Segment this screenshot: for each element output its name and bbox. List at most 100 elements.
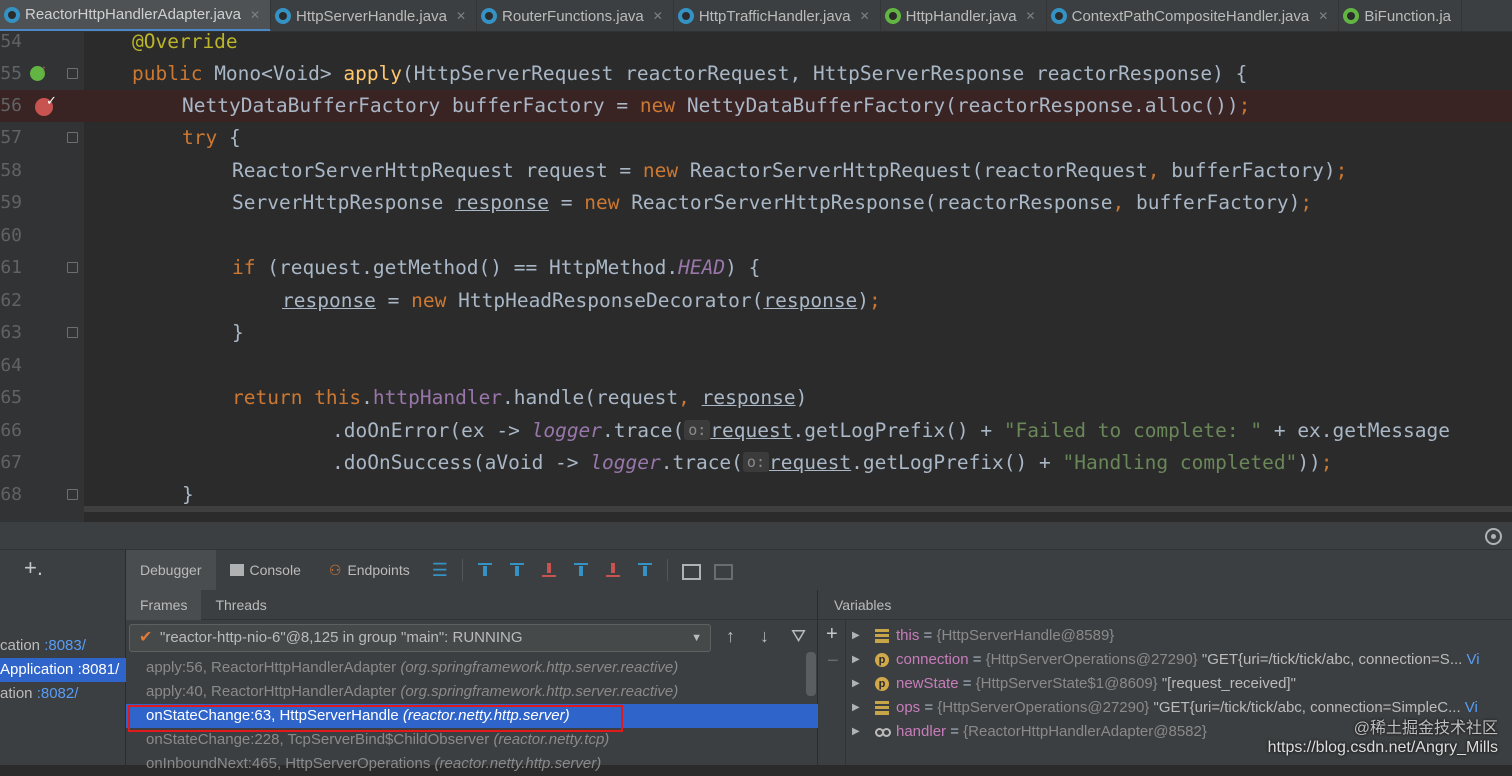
fold-icon[interactable] bbox=[67, 68, 78, 79]
code-line-59[interactable]: 59 ServerHttpResponse response = new Rea… bbox=[0, 187, 1512, 219]
close-icon[interactable]: ✕ bbox=[1026, 9, 1036, 23]
line-number: 55 bbox=[0, 63, 22, 84]
code-line-55[interactable]: 55 ↑ public Mono<Void> apply(HttpServerR… bbox=[0, 58, 1512, 90]
service-item[interactable]: ation :8082/ bbox=[0, 682, 126, 706]
tab-label: Endpoints bbox=[347, 562, 410, 578]
code-line-65[interactable]: 65 return this.httpHandler.handle(reques… bbox=[0, 382, 1512, 414]
line-number: 54 bbox=[0, 32, 22, 52]
service-item[interactable]: cation :8083/ bbox=[0, 634, 126, 658]
code-line-67[interactable]: 67 .doOnSuccess(aVoid -> logger.trace(o:… bbox=[0, 447, 1512, 479]
close-icon[interactable]: ✕ bbox=[250, 8, 260, 22]
tab-frames[interactable]: Frames bbox=[126, 589, 202, 620]
tab-endpoints[interactable]: ⚇ Endpoints bbox=[315, 550, 424, 590]
services-panel: +. cation :8083/ Application :8081/ atio… bbox=[0, 550, 126, 765]
code-text: if (request.getMethod() == HttpMethod.HE… bbox=[232, 256, 761, 279]
tab-label: RouterFunctions.java bbox=[502, 7, 644, 25]
line-number: 64 bbox=[0, 355, 22, 376]
menu-icon[interactable]: ☰ bbox=[432, 560, 448, 581]
force-step-into-icon[interactable] bbox=[538, 561, 560, 579]
code-line-64[interactable]: 64 bbox=[0, 350, 1512, 382]
code-line-60[interactable]: 60 bbox=[0, 220, 1512, 252]
trace-icon[interactable] bbox=[711, 561, 733, 580]
tab-context-path-composite-handler[interactable]: ContextPathCompositeHandler.java ✕ bbox=[1047, 0, 1340, 31]
frames-scrollbar[interactable] bbox=[806, 652, 816, 696]
stack-frame[interactable]: apply:40, ReactorHttpHandlerAdapter (org… bbox=[126, 680, 818, 704]
fold-icon[interactable] bbox=[67, 132, 78, 143]
fold-icon[interactable] bbox=[67, 262, 78, 273]
tab-label: HttpTrafficHandler.java bbox=[698, 7, 851, 25]
code-line-66[interactable]: 66 .doOnError(ex -> logger.trace(o: reque… bbox=[0, 415, 1512, 447]
code-text: .doOnError(ex -> logger.trace(o: request.… bbox=[332, 419, 1450, 442]
arrow-up-icon[interactable]: ↑ bbox=[726, 626, 735, 647]
fold-icon[interactable] bbox=[67, 327, 78, 338]
settings-icon[interactable] bbox=[1485, 528, 1502, 545]
chevron-down-icon: ▼ bbox=[691, 632, 702, 644]
code-line-63[interactable]: 63 } bbox=[0, 317, 1512, 349]
filter-icon[interactable]: ⛛ bbox=[791, 626, 806, 647]
variable-row[interactable]: ▶ ops = {HttpServerOperations@27290} "GE… bbox=[846, 696, 1512, 720]
close-icon[interactable]: ✕ bbox=[456, 9, 466, 23]
code-text: ServerHttpResponse response = new Reacto… bbox=[232, 191, 1313, 214]
close-icon[interactable]: ✕ bbox=[1318, 9, 1328, 23]
tab-debugger[interactable]: Debugger bbox=[126, 550, 216, 590]
add-watch-icon[interactable]: + bbox=[826, 623, 838, 646]
stack-frame[interactable]: apply:56, ReactorHttpHandlerAdapter (org… bbox=[126, 656, 818, 680]
expand-arrow-icon[interactable]: ▶ bbox=[852, 648, 860, 672]
code-text: try { bbox=[182, 126, 241, 149]
variable-row[interactable]: ▶ this = {HttpServerHandle@8589} bbox=[846, 624, 1512, 648]
step-into-icon[interactable] bbox=[506, 561, 528, 579]
parameter-icon: p bbox=[875, 653, 889, 667]
tab-http-traffic-handler[interactable]: HttpTrafficHandler.java ✕ bbox=[674, 0, 881, 31]
expand-arrow-icon[interactable]: ▶ bbox=[852, 696, 860, 720]
debug-header bbox=[0, 522, 1512, 550]
variable-row[interactable]: ▶ p connection = {HttpServerOperations@2… bbox=[846, 648, 1512, 672]
code-editor[interactable]: 54 @Override 55 ↑ public Mono<Void> appl… bbox=[0, 32, 1512, 522]
expand-arrow-icon[interactable]: ▶ bbox=[852, 720, 860, 744]
close-icon[interactable]: ✕ bbox=[653, 9, 663, 23]
expand-arrow-icon[interactable]: ▶ bbox=[852, 624, 860, 648]
line-number: 61 bbox=[0, 257, 22, 278]
parameter-hint: o: bbox=[742, 452, 769, 472]
evaluate-expression-icon[interactable] bbox=[679, 561, 701, 580]
remove-watch-icon[interactable]: − bbox=[827, 650, 839, 673]
tab-router-functions[interactable]: RouterFunctions.java ✕ bbox=[477, 0, 674, 31]
debugger-toolbar: Debugger Console ⚇ Endpoints ☰ bbox=[126, 550, 1512, 590]
service-item-selected[interactable]: Application :8081/ bbox=[0, 658, 126, 682]
tab-bi-function[interactable]: BiFunction.ja bbox=[1339, 0, 1463, 31]
code-line-54[interactable]: 54 @Override bbox=[0, 32, 1512, 58]
variables-side-toolbar: + − bbox=[818, 620, 846, 765]
editor-tab-bar: ReactorHttpHandlerAdapter.java ✕ HttpSer… bbox=[0, 0, 1512, 32]
toolbar-separator bbox=[666, 559, 668, 581]
line-number: 56 bbox=[0, 95, 22, 116]
override-arrow-icon: ↑ bbox=[41, 62, 47, 76]
fold-icon[interactable] bbox=[67, 489, 78, 500]
code-line-56-breakpoint[interactable]: 56 ✓ NettyDataBufferFactory bufferFactor… bbox=[0, 90, 1512, 122]
add-icon[interactable]: +. bbox=[24, 556, 43, 580]
endpoints-icon: ⚇ bbox=[328, 561, 342, 578]
stack-frame[interactable]: onInboundNext:465, HttpServerOperations … bbox=[126, 752, 818, 776]
code-line-57[interactable]: 57 try { bbox=[0, 122, 1512, 154]
code-line-58[interactable]: 58 ReactorServerHttpRequest request = ne… bbox=[0, 155, 1512, 187]
thread-check-icon: ✔ bbox=[139, 629, 153, 646]
line-number: 63 bbox=[0, 322, 22, 343]
code-text: return this.httpHandler.handle(request, … bbox=[232, 386, 808, 409]
step-out-icon[interactable] bbox=[570, 561, 592, 579]
tab-http-handler[interactable]: HttpHandler.java ✕ bbox=[881, 0, 1047, 31]
tab-console[interactable]: Console bbox=[216, 550, 315, 590]
drop-frame-icon[interactable] bbox=[602, 561, 624, 579]
variable-row[interactable]: ▶ p newState = {HttpServerState$1@8609} … bbox=[846, 672, 1512, 696]
arrow-down-icon[interactable]: ↓ bbox=[760, 626, 769, 647]
code-line-61[interactable]: 61 if (request.getMethod() == HttpMethod… bbox=[0, 252, 1512, 284]
run-to-cursor-icon[interactable] bbox=[634, 561, 656, 579]
step-over-icon[interactable] bbox=[474, 561, 496, 579]
line-number: 60 bbox=[0, 225, 22, 246]
horizontal-scrollbar[interactable] bbox=[84, 506, 1512, 512]
close-icon[interactable]: ✕ bbox=[860, 9, 870, 23]
tab-reactor-http-handler-adapter[interactable]: ReactorHttpHandlerAdapter.java ✕ bbox=[0, 0, 272, 31]
tab-threads[interactable]: Threads bbox=[201, 590, 280, 620]
tab-http-server-handle[interactable]: HttpServerHandle.java ✕ bbox=[271, 0, 478, 31]
console-icon bbox=[229, 564, 244, 576]
thread-dropdown[interactable]: ✔ "reactor-http-nio-6"@8,125 in group "m… bbox=[129, 624, 711, 652]
expand-arrow-icon[interactable]: ▶ bbox=[852, 672, 860, 696]
code-line-62[interactable]: 62 response = new HttpHeadResponseDecora… bbox=[0, 285, 1512, 317]
